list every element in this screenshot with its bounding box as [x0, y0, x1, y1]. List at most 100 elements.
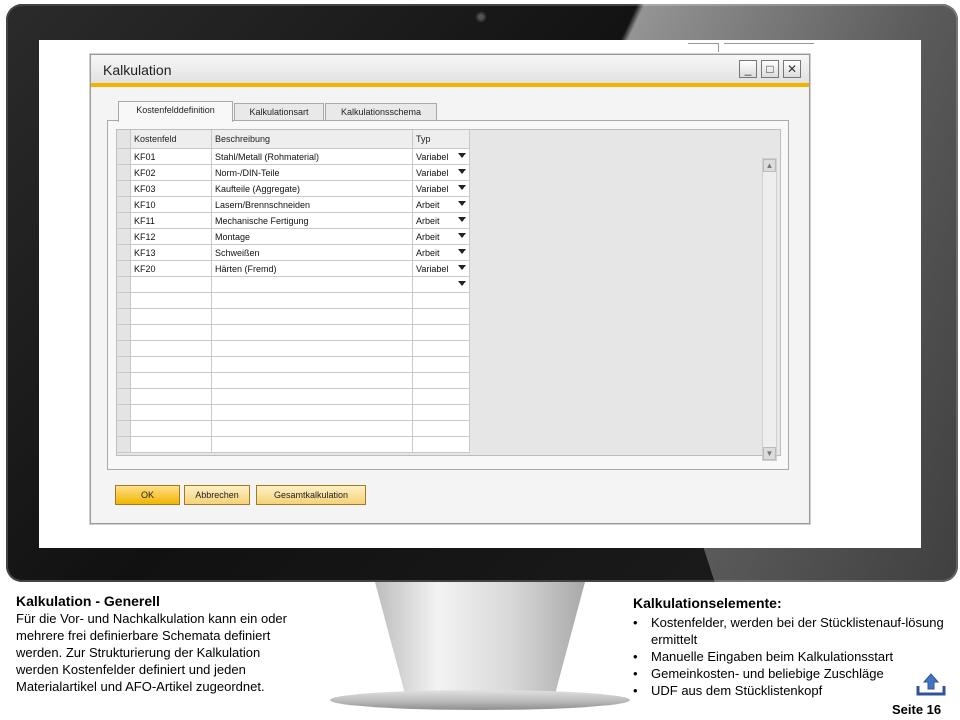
table-row[interactable]: KF20 Härten (Fremd) Variabel — [117, 260, 470, 277]
typ-cell[interactable] — [412, 308, 470, 325]
kostenfeld-cell[interactable] — [130, 308, 212, 325]
empty-table-row[interactable] — [117, 276, 470, 293]
kostenfeld-cell[interactable]: KF13 — [130, 244, 212, 261]
row-header[interactable] — [117, 324, 131, 341]
beschreibung-cell[interactable] — [211, 356, 413, 373]
dropdown-arrow-icon[interactable] — [458, 153, 466, 158]
kostenfeld-cell[interactable] — [130, 388, 212, 405]
beschreibung-cell[interactable]: Montage — [211, 228, 413, 245]
typ-cell[interactable] — [412, 372, 470, 389]
beschreibung-cell[interactable] — [211, 324, 413, 341]
row-header[interactable] — [117, 196, 131, 213]
kostenfeld-cell[interactable]: KF20 — [130, 260, 212, 277]
kostenfeld-cell[interactable] — [130, 420, 212, 437]
beschreibung-cell[interactable]: Härten (Fremd) — [211, 260, 413, 277]
kostenfeld-cell[interactable]: KF01 — [130, 148, 212, 165]
minimize-button[interactable]: _ — [739, 60, 757, 78]
dropdown-arrow-icon[interactable] — [458, 233, 466, 238]
typ-cell[interactable] — [412, 276, 470, 293]
table-row[interactable]: KF11 Mechanische Fertigung Arbeit — [117, 212, 470, 229]
beschreibung-cell[interactable]: Lasern/Brennschneiden — [211, 196, 413, 213]
kostenfeld-cell[interactable] — [130, 404, 212, 421]
table-row[interactable]: KF01 Stahl/Metall (Rohmaterial) Variabel — [117, 148, 470, 165]
gesamtkalkulation-button[interactable]: Gesamtkalkulation — [256, 485, 366, 505]
empty-table-row[interactable] — [117, 356, 470, 373]
empty-table-row[interactable] — [117, 324, 470, 341]
kostenfeld-cell[interactable]: KF10 — [130, 196, 212, 213]
row-header[interactable] — [117, 164, 131, 181]
typ-cell[interactable]: Arbeit — [412, 228, 470, 245]
tab-kostenfelddefinition[interactable]: Kostenfelddefinition — [118, 101, 233, 122]
empty-table-row[interactable] — [117, 420, 470, 437]
beschreibung-cell[interactable] — [211, 372, 413, 389]
maximize-button[interactable]: □ — [761, 60, 779, 78]
dropdown-arrow-icon[interactable] — [458, 185, 466, 190]
beschreibung-cell[interactable] — [211, 420, 413, 437]
typ-cell[interactable]: Variabel — [412, 164, 470, 181]
column-header-typ[interactable]: Typ — [412, 130, 470, 149]
abbrechen-button[interactable]: Abbrechen — [184, 485, 250, 505]
tab-kalkulationsart[interactable]: Kalkulationsart — [234, 103, 324, 121]
table-row[interactable]: KF13 Schweißen Arbeit — [117, 244, 470, 261]
typ-cell[interactable]: Arbeit — [412, 244, 470, 261]
typ-cell[interactable]: Arbeit — [412, 196, 470, 213]
table-row[interactable]: KF03 Kaufteile (Aggregate) Variabel — [117, 180, 470, 197]
kostenfeld-cell[interactable] — [130, 276, 212, 293]
close-button[interactable]: ✕ — [783, 60, 801, 78]
row-header[interactable] — [117, 340, 131, 357]
beschreibung-cell[interactable] — [211, 276, 413, 293]
window-titlebar[interactable]: Kalkulation _ □ ✕ — [91, 55, 809, 87]
empty-table-row[interactable] — [117, 340, 470, 357]
dropdown-arrow-icon[interactable] — [458, 169, 466, 174]
kostenfeld-cell[interactable] — [130, 324, 212, 341]
table-row[interactable]: KF12 Montage Arbeit — [117, 228, 470, 245]
row-header[interactable] — [117, 356, 131, 373]
ok-button[interactable]: OK — [115, 485, 180, 505]
beschreibung-cell[interactable]: Norm-/DIN-Teile — [211, 164, 413, 181]
row-header[interactable] — [117, 276, 131, 293]
scroll-up-icon[interactable]: ▲ — [763, 159, 776, 172]
empty-table-row[interactable] — [117, 388, 470, 405]
row-header[interactable] — [117, 260, 131, 277]
row-header[interactable] — [117, 436, 131, 453]
empty-table-row[interactable] — [117, 404, 470, 421]
empty-table-row[interactable] — [117, 372, 470, 389]
row-header[interactable] — [117, 244, 131, 261]
typ-cell[interactable] — [412, 340, 470, 357]
beschreibung-cell[interactable]: Stahl/Metall (Rohmaterial) — [211, 148, 413, 165]
kostenfeld-cell[interactable] — [130, 292, 212, 309]
row-header[interactable] — [117, 372, 131, 389]
typ-cell[interactable] — [412, 404, 470, 421]
typ-cell[interactable]: Variabel — [412, 180, 470, 197]
typ-cell[interactable] — [412, 324, 470, 341]
typ-cell[interactable] — [412, 436, 470, 453]
back-arrow-icon[interactable] — [916, 672, 946, 696]
beschreibung-cell[interactable] — [211, 436, 413, 453]
row-header[interactable] — [117, 148, 131, 165]
column-header-kostenfeld[interactable]: Kostenfeld — [130, 130, 212, 149]
typ-cell[interactable] — [412, 388, 470, 405]
kostenfeld-cell[interactable] — [130, 340, 212, 357]
grid-scrollbar[interactable]: ▲ ▼ — [762, 158, 777, 461]
typ-cell[interactable] — [412, 420, 470, 437]
table-row[interactable]: KF02 Norm-/DIN-Teile Variabel — [117, 164, 470, 181]
typ-cell[interactable]: Arbeit — [412, 212, 470, 229]
table-row[interactable]: KF10 Lasern/Brennschneiden Arbeit — [117, 196, 470, 213]
beschreibung-cell[interactable]: Kaufteile (Aggregate) — [211, 180, 413, 197]
dropdown-arrow-icon[interactable] — [458, 201, 466, 206]
row-header[interactable] — [117, 180, 131, 197]
row-header[interactable] — [117, 308, 131, 325]
dropdown-arrow-icon[interactable] — [458, 249, 466, 254]
row-header[interactable] — [117, 404, 131, 421]
tab-kalkulationsschema[interactable]: Kalkulationsschema — [325, 103, 437, 121]
row-header[interactable] — [117, 212, 131, 229]
beschreibung-cell[interactable] — [211, 308, 413, 325]
typ-cell[interactable] — [412, 292, 470, 309]
kostenfeld-cell[interactable] — [130, 372, 212, 389]
kostenfeld-cell[interactable]: KF12 — [130, 228, 212, 245]
kostenfeld-cell[interactable]: KF03 — [130, 180, 212, 197]
beschreibung-cell[interactable] — [211, 388, 413, 405]
column-header-beschreibung[interactable]: Beschreibung — [211, 130, 413, 149]
empty-table-row[interactable] — [117, 308, 470, 325]
dropdown-arrow-icon[interactable] — [458, 217, 466, 222]
